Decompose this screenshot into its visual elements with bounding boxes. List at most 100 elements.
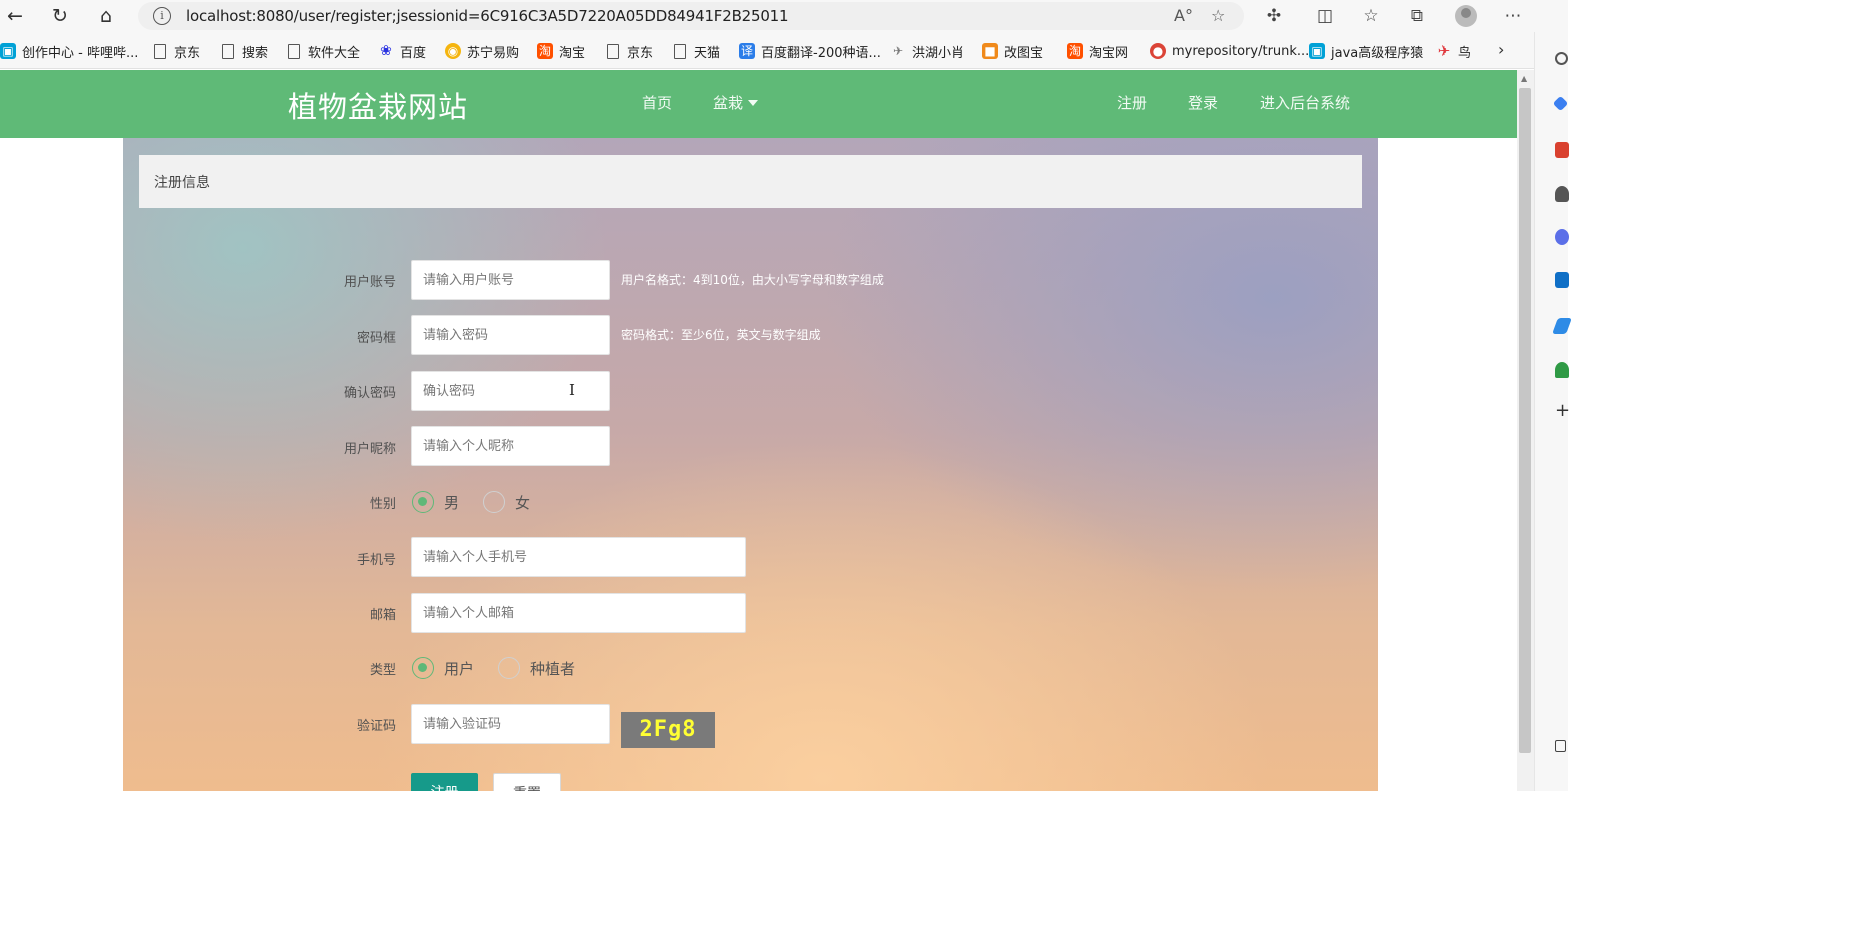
bookmark-item[interactable]: ✈ 洪湖小肖 — [890, 41, 964, 61]
radio-unchecked-icon[interactable] — [498, 657, 520, 679]
username-input[interactable] — [411, 260, 610, 300]
file-icon — [154, 43, 166, 59]
browser-toolbar: ← ↻ ⌂ i localhost:8080/user/register;jse… — [0, 0, 1568, 32]
nickname-input[interactable] — [411, 426, 610, 466]
split-screen-icon[interactable]: ◫ — [1313, 4, 1337, 28]
register-submit-button[interactable]: 注册 — [411, 773, 478, 791]
home-icon[interactable]: ⌂ — [93, 4, 119, 28]
bookmarks-overflow-chevron-icon[interactable]: › — [1498, 40, 1504, 59]
outlook-icon[interactable] — [1555, 272, 1569, 288]
bookmark-label: 软件大全 — [308, 45, 361, 61]
scroll-up-icon[interactable]: ▲ — [1521, 74, 1527, 83]
type-option-grower[interactable]: 种植者 — [498, 657, 575, 679]
phone-input[interactable] — [411, 537, 746, 577]
bookmark-item[interactable]: 天猫 — [674, 41, 720, 61]
office-icon[interactable] — [1555, 229, 1569, 245]
type-label: 类型 — [369, 663, 396, 678]
type-option-user[interactable]: 用户 — [412, 657, 474, 679]
radio-checked-icon[interactable] — [412, 657, 434, 679]
bookmark-item[interactable]: 译百度翻译-200种语... — [739, 41, 881, 61]
username-hint: 用户名格式：4到10位，由大小写字母和数字组成 — [621, 273, 884, 287]
bookmark-item[interactable]: ▣ 创作中心 - 哔哩哔... — [0, 41, 138, 61]
profile-avatar[interactable] — [1455, 5, 1477, 27]
favorites-icon[interactable]: ☆ — [1359, 4, 1383, 28]
address-url[interactable]: localhost:8080/user/register;jsessionid=… — [186, 7, 789, 25]
captcha-image[interactable]: 2Fg8 — [621, 712, 715, 748]
bookmark-item[interactable]: 淘淘宝网 — [1067, 41, 1128, 61]
back-arrow-icon[interactable]: ← — [2, 4, 28, 28]
taobao-icon: 淘 — [537, 43, 553, 59]
discover-icon[interactable] — [1552, 95, 1569, 112]
collections-icon[interactable]: ⧉ — [1405, 4, 1429, 28]
captcha-input[interactable] — [411, 704, 610, 744]
bookmark-label: 改图宝 — [1004, 45, 1044, 61]
add-icon[interactable]: + — [1555, 402, 1570, 420]
bookmark-item[interactable]: 京东 — [154, 41, 200, 61]
site-navbar: 植物盆栽网站 首页 盆栽 注册 登录 进入后台系统 — [0, 70, 1517, 138]
bilibili-icon: ▣ — [0, 43, 16, 59]
type-option-label: 种植者 — [530, 659, 576, 678]
bookmark-item[interactable]: ❀ 百度 — [378, 41, 426, 61]
gaitubao-icon: ■ — [982, 43, 998, 59]
page-scrollbar[interactable]: ▲ — [1517, 70, 1534, 791]
scrollbar-thumb[interactable] — [1519, 88, 1531, 753]
bookmark-item[interactable]: 淘淘宝 — [537, 41, 585, 61]
confirm-password-label: 确认密码 — [343, 386, 396, 401]
nav-dropdown-label: 盆栽 — [713, 94, 744, 112]
site-brand[interactable]: 植物盆栽网站 — [288, 84, 468, 126]
bookmark-label: 京东 — [627, 45, 654, 61]
file-icon — [288, 43, 300, 59]
taobao-icon: 淘 — [1067, 43, 1083, 59]
bookmark-item[interactable]: ◉ 苏宁易购 — [445, 41, 519, 61]
edge-sidebar: + — [1534, 32, 1572, 791]
bookmark-label: 京东 — [174, 45, 201, 61]
password-input[interactable] — [411, 315, 610, 355]
bookmark-label: 苏宁易购 — [467, 45, 520, 61]
tools-icon[interactable] — [1555, 142, 1569, 158]
baidu-translate-icon: 译 — [739, 43, 755, 59]
nav-link-login[interactable]: 登录 — [1188, 92, 1218, 113]
gender-option-female[interactable]: 女 — [483, 491, 530, 513]
bookmark-item[interactable]: ● myrepository/trunk... — [1150, 41, 1309, 61]
nav-link-home[interactable]: 首页 — [642, 92, 672, 113]
search-icon[interactable] — [1555, 52, 1568, 65]
bookmark-item[interactable]: ■ 改图宝 — [982, 41, 1043, 61]
register-page-background: 注册信息 用户账号 用户名格式：4到10位，由大小写字母和数字组成 密码框 密码… — [123, 138, 1378, 791]
extensions-icon[interactable]: ✣ — [1262, 4, 1286, 28]
address-bar[interactable]: i localhost:8080/user/register;jsessioni… — [138, 2, 1244, 30]
radio-unchecked-icon[interactable] — [483, 491, 505, 513]
read-aloud-icon[interactable]: A° — [1174, 6, 1193, 25]
bird-icon: ✈ — [892, 44, 904, 58]
site-info-icon[interactable]: i — [153, 7, 171, 25]
bookmark-item[interactable]: ▣ java高级程序猿 — [1309, 41, 1423, 61]
bookmark-item[interactable]: 软件大全 — [288, 41, 360, 61]
nav-link-admin[interactable]: 进入后台系统 — [1260, 92, 1350, 113]
email-input[interactable] — [411, 593, 746, 633]
gender-option-male[interactable]: 男 — [412, 491, 459, 513]
add-favorite-icon[interactable]: ☆ — [1211, 6, 1225, 25]
tree-icon[interactable] — [1555, 362, 1569, 378]
gender-label: 性别 — [369, 497, 396, 512]
email-label: 邮箱 — [369, 608, 396, 623]
sidebar-layout-icon[interactable] — [1555, 740, 1566, 752]
bookmark-label: 淘宝网 — [1089, 45, 1129, 61]
bird-icon: ✈ — [1437, 42, 1451, 60]
gender-option-label: 男 — [444, 493, 460, 512]
confirm-password-input[interactable] — [411, 371, 610, 411]
nav-dropdown-bonsai[interactable]: 盆栽 — [713, 92, 759, 113]
reset-button[interactable]: 重置 — [493, 773, 561, 791]
bookmark-label: 百度 — [400, 45, 427, 61]
bookmark-label: 搜索 — [242, 45, 269, 61]
people-icon[interactable] — [1555, 186, 1569, 202]
radio-checked-icon[interactable] — [412, 491, 434, 513]
chrome-icon: ● — [1150, 43, 1166, 59]
bookmark-item[interactable]: ✈ 鸟 — [1436, 41, 1471, 61]
send-icon[interactable] — [1552, 318, 1572, 334]
bookmark-item[interactable]: 搜索 — [222, 41, 268, 61]
nav-link-register[interactable]: 注册 — [1117, 92, 1147, 113]
bookmark-item[interactable]: 京东 — [607, 41, 653, 61]
more-menu-icon[interactable]: ⋯ — [1501, 4, 1525, 28]
bookmark-label: 创作中心 - 哔哩哔... — [22, 45, 139, 61]
baidu-paw-icon: ❀ — [380, 43, 392, 59]
reload-icon[interactable]: ↻ — [47, 4, 73, 28]
